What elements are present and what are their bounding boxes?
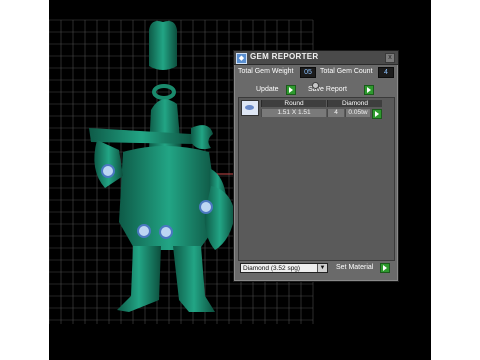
figure-right-leg: [173, 246, 215, 312]
column-header-stone: Diamond: [327, 100, 382, 107]
gem-row-play-arrow-icon[interactable]: [372, 109, 382, 119]
panel-titlebar[interactable]: ◆ GEM REPORTER x: [234, 51, 398, 65]
total-weight-label: Total Gem Weight: [238, 68, 294, 75]
close-icon[interactable]: x: [385, 53, 395, 63]
set-material-button[interactable]: Set Material: [336, 263, 373, 273]
dropdown-arrow-icon[interactable]: ▼: [317, 264, 327, 272]
gem-3[interactable]: [137, 224, 151, 238]
divider-knob[interactable]: [312, 82, 319, 89]
update-label: Update: [256, 86, 279, 93]
jump-ring: [152, 84, 176, 100]
gem-4[interactable]: [159, 225, 173, 239]
column-header-shape: Round: [261, 100, 326, 107]
total-count-label: Total Gem Count: [320, 68, 373, 75]
figure-left-leg: [117, 246, 161, 312]
gem-list[interactable]: Round Diamond 1.51 X 1.51 4 0.05tw: [238, 97, 395, 261]
app-icon: ◆: [236, 53, 247, 64]
gem-round-icon: [241, 100, 259, 116]
update-button[interactable]: Update: [256, 85, 279, 95]
update-play-arrow-icon[interactable]: [286, 85, 296, 95]
gem-size-cell: 1.51 X 1.51: [261, 109, 326, 117]
figure-left-arm: [94, 140, 123, 188]
gem-reporter-panel: ◆ GEM REPORTER x Total Gem Weight 05 Tot…: [233, 50, 399, 282]
pendant-bail: [149, 21, 177, 70]
shield: [204, 186, 235, 250]
gem-weight-cell: 0.05tw: [345, 109, 370, 117]
total-count-value: 4: [378, 67, 394, 78]
panel-title: GEM REPORTER: [250, 52, 319, 61]
wrench-head: [191, 125, 213, 150]
material-value: Diamond (3.52 spg): [243, 265, 301, 272]
total-weight-value: 05: [300, 67, 316, 78]
set-material-label: Set Material: [336, 264, 374, 271]
set-material-play-arrow-icon[interactable]: [380, 263, 390, 273]
material-select[interactable]: Diamond (3.52 spg) ▼: [240, 263, 328, 273]
gem-2[interactable]: [199, 200, 213, 214]
save-report-play-arrow-icon[interactable]: [364, 85, 374, 95]
gem-count-cell: 4: [327, 109, 344, 117]
gem-1[interactable]: [101, 164, 115, 178]
